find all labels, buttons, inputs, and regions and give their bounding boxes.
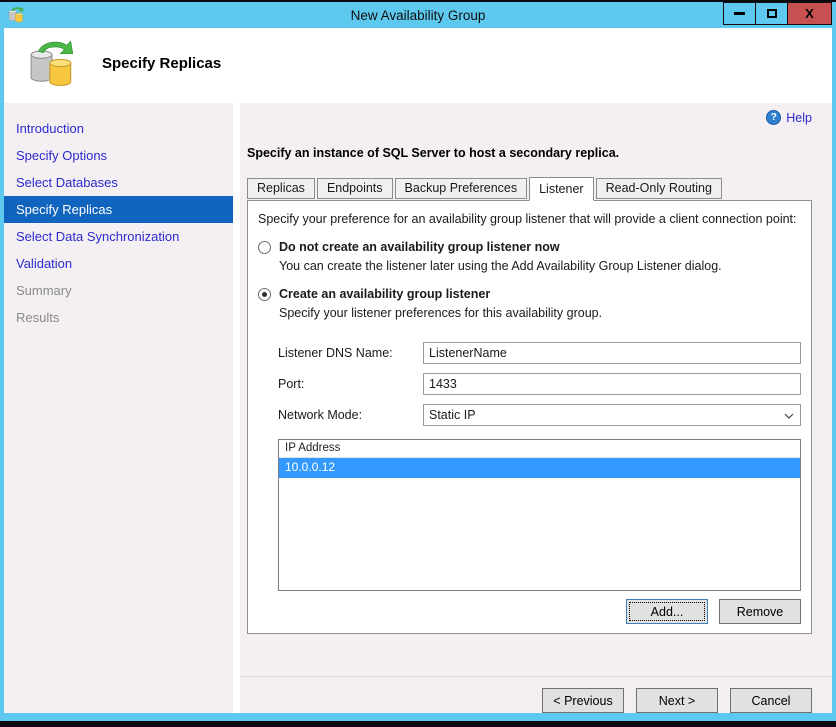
content-row: Introduction Specify Options Select Data… bbox=[4, 98, 832, 713]
help-icon: ? bbox=[766, 110, 782, 125]
sidebar-item-validation[interactable]: Validation bbox=[4, 250, 233, 277]
window-controls: X bbox=[723, 2, 832, 25]
wizard-steps-sidebar: Introduction Specify Options Select Data… bbox=[4, 103, 233, 713]
main-pane: ? Help Specify an instance of SQL Server… bbox=[240, 103, 832, 713]
network-mode-value: Static IP bbox=[429, 408, 476, 422]
option-create-listener-sub: Specify your listener preferences for th… bbox=[279, 306, 603, 320]
sidebar-item-select-databases[interactable]: Select Databases bbox=[4, 169, 233, 196]
listener-form: Listener DNS Name: Port: Network Mode: bbox=[278, 342, 801, 435]
sidebar-item-select-data-synchronization[interactable]: Select Data Synchronization bbox=[4, 223, 233, 250]
network-mode-row: Network Mode: Static IP bbox=[278, 404, 801, 426]
tab-strip: Replicas Endpoints Backup Preferences Li… bbox=[247, 175, 832, 201]
previous-button[interactable]: < Previous bbox=[542, 688, 624, 713]
port-label: Port: bbox=[278, 377, 305, 391]
help-link[interactable]: ? Help bbox=[766, 110, 812, 125]
database-sync-icon bbox=[30, 40, 74, 86]
wizard-footer: < Previous Next > Cancel bbox=[240, 676, 832, 713]
tab-listener[interactable]: Listener bbox=[529, 177, 594, 201]
radio-create-listener[interactable] bbox=[258, 288, 271, 301]
title-bar[interactable]: New Availability Group X bbox=[4, 2, 832, 28]
option-no-listener[interactable]: Do not create an availability group list… bbox=[258, 240, 801, 254]
port-input[interactable] bbox=[423, 373, 801, 395]
minimize-button[interactable] bbox=[723, 2, 756, 25]
maximize-button[interactable] bbox=[755, 2, 788, 25]
instruction-text: Specify an instance of SQL Server to hos… bbox=[247, 146, 620, 160]
listener-description: Specify your preference for an availabil… bbox=[258, 212, 797, 226]
sidebar-item-specify-options[interactable]: Specify Options bbox=[4, 142, 233, 169]
listener-tab-panel: Specify your preference for an availabil… bbox=[247, 200, 812, 634]
screen: New Availability Group X Specify Replica… bbox=[0, 0, 836, 727]
sidebar-item-summary: Summary bbox=[16, 283, 72, 298]
dialog-window: New Availability Group X Specify Replica… bbox=[0, 2, 836, 721]
add-button[interactable]: Add... bbox=[626, 599, 708, 624]
remove-button[interactable]: Remove bbox=[719, 599, 801, 624]
dns-name-row: Listener DNS Name: bbox=[278, 342, 801, 364]
radio-no-listener[interactable] bbox=[258, 241, 271, 254]
next-button[interactable]: Next > bbox=[636, 688, 718, 713]
chevron-down-icon bbox=[784, 413, 794, 419]
dns-name-input[interactable] bbox=[423, 342, 801, 364]
network-mode-label: Network Mode: bbox=[278, 408, 363, 422]
option-no-listener-sub: You can create the listener later using … bbox=[279, 259, 722, 273]
dns-name-label: Listener DNS Name: bbox=[278, 346, 393, 360]
option-create-listener-label: Create an availability group listener bbox=[279, 287, 491, 301]
tab-replicas[interactable]: Replicas bbox=[247, 178, 315, 199]
close-button[interactable]: X bbox=[787, 2, 832, 25]
wizard-header: Specify Replicas bbox=[4, 28, 832, 98]
tab-read-only-routing[interactable]: Read-Only Routing bbox=[595, 178, 722, 199]
tab-backup-preferences[interactable]: Backup Preferences bbox=[394, 178, 528, 199]
page-title: Specify Replicas bbox=[102, 54, 222, 72]
port-row: Port: bbox=[278, 373, 801, 395]
help-label: Help bbox=[786, 110, 812, 125]
list-item[interactable]: 10.0.0.12 bbox=[279, 458, 800, 478]
network-mode-select[interactable]: Static IP bbox=[423, 404, 801, 426]
sidebar-item-results: Results bbox=[16, 310, 60, 325]
ip-address-list[interactable]: IP Address 10.0.0.12 bbox=[278, 439, 801, 591]
tab-endpoints[interactable]: Endpoints bbox=[316, 178, 393, 199]
maximize-icon bbox=[766, 9, 777, 18]
list-actions: Add... Remove bbox=[278, 599, 801, 624]
window-title: New Availability Group bbox=[350, 7, 486, 23]
option-no-listener-label: Do not create an availability group list… bbox=[279, 240, 560, 254]
close-icon: X bbox=[805, 6, 814, 21]
option-create-listener[interactable]: Create an availability group listener bbox=[258, 287, 801, 301]
sidebar-item-specify-replicas[interactable]: Specify Replicas bbox=[4, 196, 233, 223]
dialog-body: Specify Replicas Introduction Specify Op… bbox=[4, 28, 832, 713]
sidebar-item-introduction[interactable]: Introduction bbox=[4, 115, 233, 142]
cancel-button[interactable]: Cancel bbox=[730, 688, 812, 713]
minimize-icon bbox=[734, 12, 745, 15]
ip-address-column-header: IP Address bbox=[279, 440, 800, 458]
